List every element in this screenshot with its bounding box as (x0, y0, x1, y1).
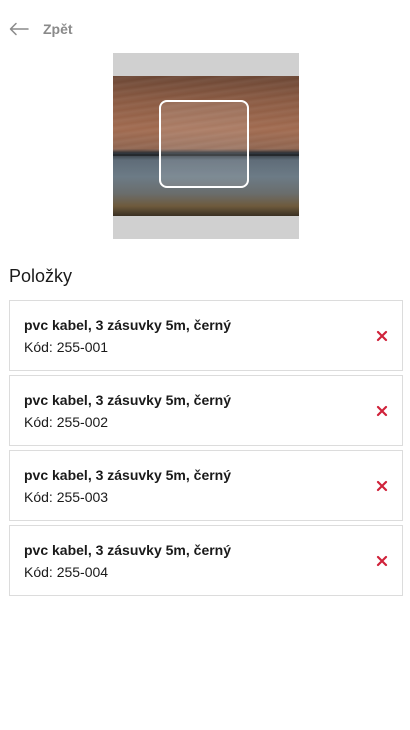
item-name: pvc kabel, 3 zásuvky 5m, černý (24, 392, 232, 408)
close-icon (376, 405, 388, 417)
remove-item-button[interactable] (376, 330, 388, 342)
item-name: pvc kabel, 3 zásuvky 5m, černý (24, 317, 232, 333)
close-icon (376, 480, 388, 492)
item-code: Kód: 255-003 (24, 489, 109, 505)
remove-item-button[interactable] (376, 555, 388, 567)
item-code: Kód: 255-001 (24, 339, 109, 355)
list-item: pvc kabel, 3 zásuvky 5m, černý Kód: 255-… (9, 375, 403, 446)
remove-item-button[interactable] (376, 480, 388, 492)
item-name: pvc kabel, 3 zásuvky 5m, černý (24, 467, 232, 483)
scanner-screen: Zpět Položky pvc kabel, 3 zásuvky 5m, če… (0, 0, 410, 730)
back-label: Zpět (43, 21, 73, 37)
close-icon (376, 555, 388, 567)
item-code: Kód: 255-002 (24, 414, 109, 430)
close-icon (376, 330, 388, 342)
list-item: pvc kabel, 3 zásuvky 5m, černý Kód: 255-… (9, 525, 403, 596)
back-button[interactable]: Zpět (9, 18, 73, 40)
scan-frame (159, 100, 249, 188)
items-section-title: Položky (9, 266, 73, 286)
item-name: pvc kabel, 3 zásuvky 5m, černý (24, 542, 232, 558)
barcode-scanner-view (113, 53, 299, 239)
item-code: Kód: 255-004 (24, 564, 109, 580)
arrow-left-icon (9, 22, 29, 36)
remove-item-button[interactable] (376, 405, 388, 417)
items-list: pvc kabel, 3 zásuvky 5m, černý Kód: 255-… (9, 300, 403, 600)
list-item: pvc kabel, 3 zásuvky 5m, černý Kód: 255-… (9, 300, 403, 371)
list-item: pvc kabel, 3 zásuvky 5m, černý Kód: 255-… (9, 450, 403, 521)
